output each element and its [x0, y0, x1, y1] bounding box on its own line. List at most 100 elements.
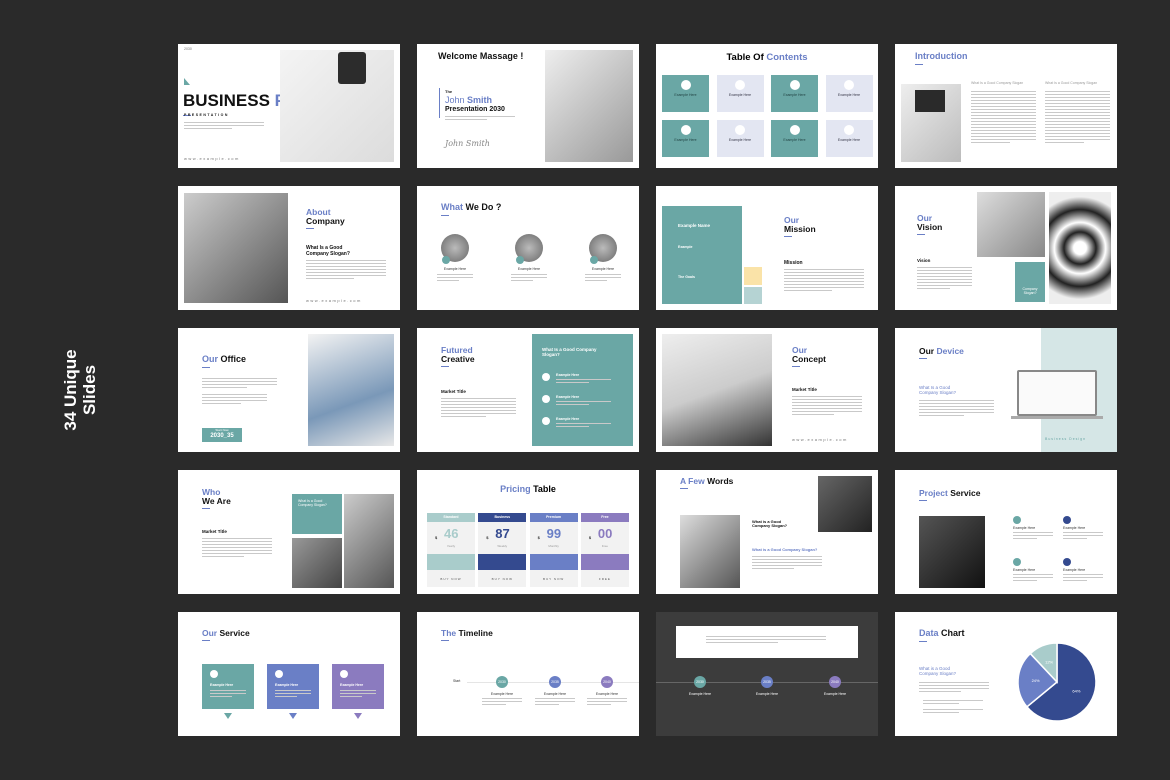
slide-title: A Few Words	[680, 476, 733, 486]
slide-thumbnail[interactable]: Welcome Massage ! The John Smith Presentati…	[417, 44, 639, 168]
start-button[interactable]: Start Now 2030_35	[202, 428, 242, 442]
toc-card: Example Here	[662, 75, 709, 112]
text-line	[706, 642, 778, 644]
slide-thumbnail[interactable]: Our Office Start Now 2030_35	[178, 328, 400, 452]
slide-thumbnail[interactable]: Our Service Example Here Example Here Examp…	[178, 612, 400, 736]
text-line	[437, 274, 473, 276]
triangle-icon	[354, 713, 362, 719]
item-icon	[542, 373, 550, 381]
slide-thumbnail[interactable]: Futured Creative Market Title What Is a Goo…	[417, 328, 639, 452]
photo	[680, 515, 740, 588]
laptop-screen	[915, 90, 945, 112]
text-line	[752, 565, 822, 567]
title-underline	[680, 487, 688, 489]
title-dark: Creative	[441, 353, 475, 364]
text-line	[1045, 109, 1110, 111]
slide-thumbnail[interactable]: Our Device What Is a Good Company Slogan?…	[895, 328, 1117, 452]
slide-thumbnail[interactable]: Pricing Table Standard $46 Yearly BUY NOW Bus…	[417, 470, 639, 594]
title-underline	[441, 639, 449, 641]
toc-icon	[789, 80, 800, 90]
slide-thumbnail[interactable]: 2030BUSINESS PLANPRESENTATIONwww.example…	[178, 44, 400, 168]
title-dark: Office	[220, 354, 247, 364]
text-line	[306, 260, 386, 262]
text-line	[971, 139, 1036, 141]
promo-line-1: 34 Unique	[61, 349, 80, 431]
text-line	[1013, 532, 1053, 534]
text-line	[441, 404, 516, 406]
text-line	[971, 112, 1036, 114]
item-label: Example Here	[755, 692, 779, 696]
text-line	[202, 378, 277, 380]
slide-thumbnail[interactable]: Who We Are Market Title What Is a Good Comp…	[178, 470, 400, 594]
slice-label: 12%	[1045, 660, 1053, 665]
text-line	[210, 693, 246, 695]
text-line	[202, 397, 267, 399]
text-line	[1063, 577, 1103, 579]
slide-thumbnail[interactable]: A Few Words What is a Good Company Slogan…	[656, 470, 878, 594]
slide-thumbnail[interactable]: About Company What Is a Good Company Sloga…	[178, 186, 400, 310]
start-label: Start	[453, 679, 461, 683]
slide-thumbnail[interactable]: Our Vision Vision Company Slogan?	[895, 186, 1117, 310]
title-underline	[202, 366, 210, 368]
text-line	[1045, 124, 1110, 126]
service-icon	[1013, 516, 1021, 524]
heading-accent: What is a Good Company Slogan?	[752, 547, 818, 552]
url: www.example.com	[184, 156, 240, 161]
slide-thumbnail[interactable]: Table Of Contents Example Here Example Her…	[656, 44, 878, 168]
plan-button[interactable]: BUY NOW	[427, 577, 475, 581]
text-line	[784, 278, 864, 280]
slide-thumbnail[interactable]: Project Service Example Here Example Here E…	[895, 470, 1117, 594]
slide-thumbnail[interactable]: 2030 Example Here 2035 Example Here 2040 Exam…	[656, 612, 878, 736]
slide-title: The Timeline	[441, 628, 493, 638]
text-line	[792, 399, 862, 401]
slide-thumbnail[interactable]: Introduction What Is a Good Company Sloga…	[895, 44, 1117, 168]
plan-price: 99	[546, 526, 562, 541]
text-line	[1063, 580, 1087, 582]
toc-label: Example Here	[783, 138, 806, 142]
slide-thumbnail[interactable]: Data Chart What is a Good Company Slogan?…	[895, 612, 1117, 736]
text-line	[917, 276, 972, 278]
text-line	[511, 280, 533, 282]
presenter-name: John Smith	[445, 95, 492, 105]
slide-thumbnail[interactable]: The Timeline Start 2030 Example Here 2035 Exa…	[417, 612, 639, 736]
panel-title: What Is a Good Company Slogan?	[542, 347, 597, 357]
slide-thumbnail[interactable]: Example Name Example The Goals Our Mission Mi…	[656, 186, 878, 310]
text-line	[184, 122, 264, 124]
pie-chart: 64% 24% 12%	[1017, 642, 1097, 722]
plan-button[interactable]: FREE	[581, 577, 629, 581]
text-line	[306, 266, 386, 268]
text-line	[445, 119, 487, 121]
text-line	[437, 280, 459, 282]
text-line	[1063, 532, 1103, 534]
text-line	[1045, 130, 1110, 132]
text-line	[1045, 139, 1110, 141]
box-text: What Is a Good Company Slogan?	[298, 499, 327, 507]
badge-icon	[590, 256, 598, 264]
text-line	[202, 381, 277, 383]
slide-thumbnail[interactable]: Our Concept Market Title www.example.com	[656, 328, 878, 452]
slide-thumbnail[interactable]: What We Do ? Example Here Example Here Exam…	[417, 186, 639, 310]
title-accent: The	[441, 628, 457, 638]
photo	[344, 494, 394, 588]
photo	[184, 193, 288, 303]
text-line	[202, 556, 244, 558]
text-line	[441, 413, 516, 415]
text-line	[971, 94, 1036, 96]
triangle-icon	[289, 713, 297, 719]
title-dark: We Do ?	[465, 202, 502, 212]
text-line	[917, 279, 972, 281]
text-line	[202, 387, 247, 389]
service-icon	[1063, 558, 1071, 566]
text-line	[971, 115, 1036, 117]
text-line	[202, 403, 241, 405]
service-icon	[340, 670, 348, 678]
name-light: John	[445, 95, 465, 105]
service-card: Example Here	[267, 664, 319, 709]
title-dark: We Are	[202, 495, 231, 506]
text-line	[556, 426, 589, 428]
year-marker: 2035	[761, 676, 773, 688]
plan-button[interactable]: BUY NOW	[478, 577, 526, 581]
text-line	[1013, 535, 1053, 537]
text-line	[917, 267, 972, 269]
plan-button[interactable]: BUY NOW	[530, 577, 578, 581]
